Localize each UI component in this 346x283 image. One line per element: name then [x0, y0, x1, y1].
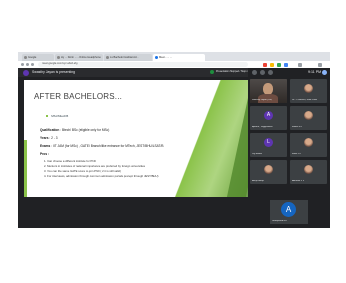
browser-tab[interactable]: Google — [22, 54, 54, 61]
screen-recording-frame: Google Hy ... Dorin ... - Online Headpho… — [18, 52, 330, 228]
participant-avatar: A — [264, 111, 273, 120]
participant-tile[interactable]: Dr. T. Ganesh, Joint Profe — [290, 79, 327, 103]
participants-icon[interactable] — [252, 70, 257, 75]
browser-tab-active[interactable]: Meet - ... ... — [153, 54, 205, 61]
browser-tab[interactable]: Ls Bachelor Habitat Ad... — [104, 54, 152, 61]
stop-presenting-button[interactable]: Presentation Stopped / Stop now — [210, 70, 251, 76]
pros-item: 2. Mentors in institutes of national imp… — [44, 164, 146, 168]
participant-photo — [304, 84, 313, 93]
participant-tile[interactable]: A Aparna , suggestions — [250, 106, 287, 130]
pros-heading: Pros : — [40, 152, 50, 156]
clock: 9:11 PM — [308, 70, 322, 74]
extension-icon[interactable] — [277, 62, 281, 67]
chat-icon[interactable] — [260, 70, 265, 75]
participant-photo — [304, 111, 313, 120]
profile-icon[interactable] — [298, 62, 302, 67]
participant-tile[interactable]: Anuja Menp — [250, 160, 287, 184]
tab-favicon-icon — [154, 56, 158, 59]
menu-icon[interactable] — [318, 62, 322, 67]
slide-bullet: MSc/MtechB — [46, 114, 68, 118]
pros-item: 4. For interviews, admission through com… — [44, 174, 159, 178]
self-avatar: A — [281, 202, 296, 217]
back-icon[interactable] — [21, 63, 24, 66]
extension-icon[interactable] — [263, 62, 267, 67]
tab-favicon-icon — [56, 56, 60, 59]
participant-grid: Swasthy Jayan (You) Dr. T. Ganesh, Joint… — [250, 79, 328, 227]
presenter-avatar — [23, 69, 29, 76]
extension-icon[interactable] — [270, 62, 274, 67]
slide-decoration — [24, 140, 27, 197]
tab-favicon-icon — [105, 56, 109, 59]
participant-photo — [264, 165, 273, 174]
url-field[interactable]: meet.google.com/xyz-abcd-efg — [38, 62, 248, 67]
browser-tab[interactable]: Hy ... Dorin ... - Online Headphone — [55, 54, 103, 61]
meet-top-controls: 9:11 PM — [248, 68, 330, 77]
present-screen-icon — [210, 70, 214, 75]
self-tile[interactable]: A Undisputed MV — [270, 200, 308, 224]
slide-line: Exams : IIT JAM (for MSc) , GATE/ Branch… — [40, 144, 164, 148]
reload-icon[interactable] — [31, 63, 34, 66]
slide-line: Qualification : Btech/ BSc (eligible onl… — [40, 128, 110, 132]
participant-tile[interactable]: L Lily Martin — [250, 133, 287, 157]
tab-favicon-icon — [23, 56, 27, 59]
slide-line: Years : 2 - 3 — [40, 136, 58, 140]
bullet-square-icon — [46, 115, 49, 118]
participant-avatar: L — [264, 138, 273, 147]
activities-icon[interactable] — [268, 70, 273, 75]
presenting-label: Swasthy Jayan is presenting — [32, 70, 75, 74]
participant-tile[interactable]: Muffin S K — [290, 106, 327, 130]
presentation-slide: AFTER BACHELORS... MSc/MtechB Qualificat… — [24, 80, 248, 197]
participant-photo — [304, 138, 313, 147]
extension-icon[interactable] — [284, 62, 288, 67]
participant-tile[interactable]: Swasthy Jayan (You) — [250, 79, 287, 103]
participant-tile[interactable]: Abhiram V S — [290, 160, 327, 184]
slide-title: AFTER BACHELORS... — [34, 92, 123, 101]
browser-tab-bar: Google Hy ... Dorin ... - Online Headpho… — [18, 52, 330, 61]
account-icon[interactable] — [322, 70, 327, 75]
forward-icon[interactable] — [26, 63, 29, 66]
pros-item: 3. You can the same GATE score to join P… — [44, 169, 121, 173]
participant-tile[interactable]: Milan J K — [290, 133, 327, 157]
pros-item: 1. Can choose a different institute for … — [44, 159, 96, 163]
presenting-bar: Swasthy Jayan is presenting Presentation… — [18, 68, 251, 77]
participant-photo — [304, 165, 313, 174]
